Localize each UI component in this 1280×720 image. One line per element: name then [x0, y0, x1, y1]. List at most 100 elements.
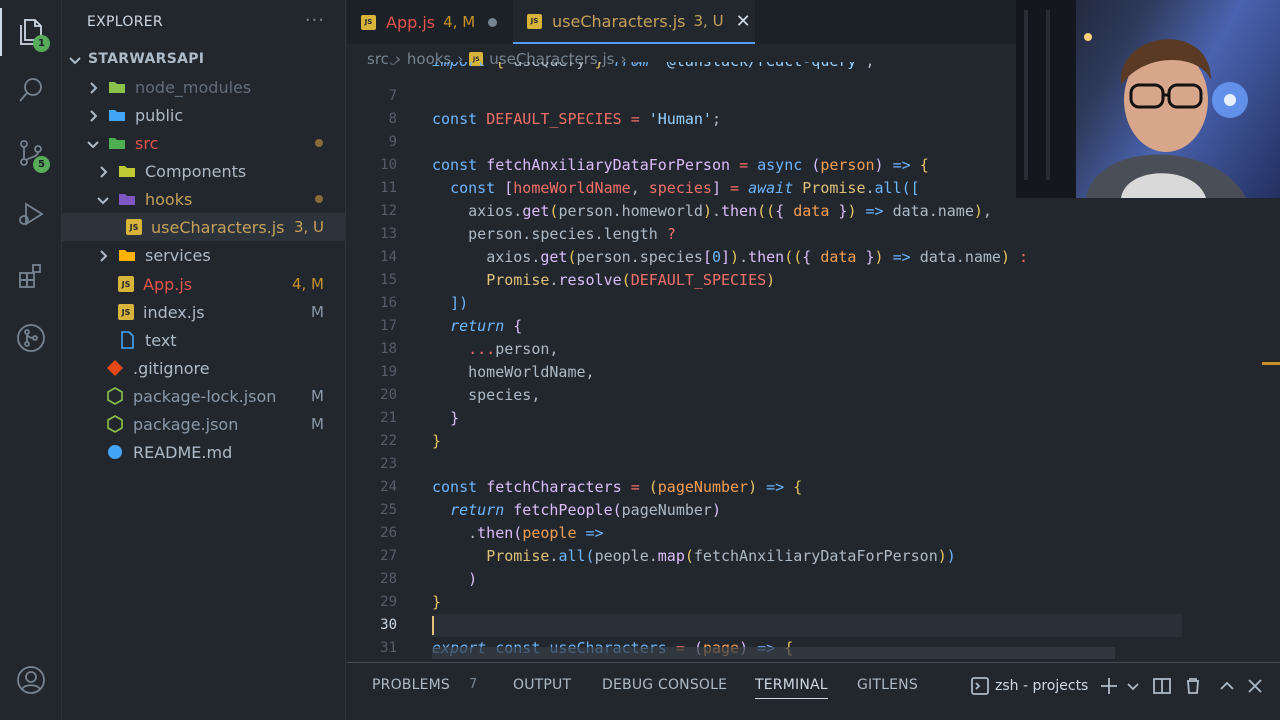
info-file-icon [106, 443, 124, 461]
tree-item-usecharacters[interactable]: JS useCharacters.js 3, U [62, 213, 346, 241]
tab-problems[interactable]: PROBLEMS [372, 677, 450, 693]
line-number: 14 [380, 249, 397, 265]
run-debug-activity[interactable] [0, 186, 62, 242]
tree-item-package-json[interactable]: package.json M [62, 410, 346, 438]
line-number: 28 [380, 571, 397, 587]
line-number: 13 [380, 226, 397, 242]
tree-item-gitignore[interactable]: .gitignore [62, 354, 346, 382]
line-number: 23 [380, 456, 397, 472]
code-line: 26 .then(people => [347, 522, 1280, 545]
tree-item-text[interactable]: text [62, 326, 346, 354]
terminal-icon[interactable] [970, 676, 990, 700]
line-number: 30 [380, 617, 397, 633]
tab-terminal[interactable]: TERMINAL [755, 677, 828, 699]
explorer-sidebar: EXPLORER ··· STARWARSAPI node_modules pu… [62, 0, 346, 720]
code-line: 25 return fetchPeople(pageNumber) [347, 499, 1280, 522]
line-number: 27 [380, 548, 397, 564]
tab-gitlens[interactable]: GITLENS [857, 677, 918, 693]
tree-item-package-lock[interactable]: package-lock.json M [62, 382, 346, 410]
chevron-right-icon [96, 164, 110, 178]
tree-item-components[interactable]: Components [62, 157, 346, 185]
line-number: 17 [380, 318, 397, 334]
explorer-title: EXPLORER [87, 14, 163, 30]
line-number: 21 [380, 410, 397, 426]
activity-bar: 1 5 [0, 0, 62, 720]
line-number: 24 [380, 479, 397, 495]
source-control-activity[interactable]: 5 [0, 125, 62, 181]
code-line: 27 Promise.all(people.map(fetchAnxiliary… [347, 545, 1280, 568]
explorer-activity[interactable]: 1 [0, 4, 62, 60]
chevron-down-icon [86, 136, 100, 150]
tree-item-hooks[interactable]: hooks [62, 185, 346, 213]
chevron-right-icon [86, 80, 100, 94]
line-number: 19 [380, 364, 397, 380]
tree-item-src[interactable]: src [62, 129, 346, 157]
add-terminal-icon[interactable] [1099, 676, 1119, 700]
gitlens-icon [17, 324, 45, 352]
file-status: 4, M [291, 275, 324, 293]
more-actions-icon[interactable]: ··· [305, 10, 325, 31]
tree-item-label: services [145, 245, 211, 265]
tree-item-label: public [135, 105, 184, 125]
tab-app-js[interactable]: JS App.js 4, M [361, 0, 511, 44]
code-line-current: 30 [347, 614, 1280, 637]
modified-dot [315, 195, 323, 203]
close-icon[interactable]: ✕ [736, 11, 751, 32]
tree-item-services[interactable]: services [62, 241, 346, 269]
tree-item-label: README.md [133, 442, 233, 462]
account-icon [17, 666, 45, 694]
tab-status: 3, U [693, 12, 724, 30]
nodejs-file-icon [106, 415, 124, 433]
tree-item-public[interactable]: public [62, 101, 346, 129]
code-line: 19 homeWorldName, [347, 361, 1280, 384]
maximize-panel-icon[interactable] [1217, 676, 1237, 700]
tree-item-label: text [145, 330, 177, 350]
horizontal-scrollbar[interactable] [432, 647, 1115, 659]
line-number: 9 [388, 134, 397, 150]
file-status: M [311, 387, 324, 405]
file-status: M [311, 415, 324, 433]
presenter-image [1016, 0, 1248, 198]
tree-item-node-modules[interactable]: node_modules [62, 73, 346, 101]
line-number: 11 [380, 180, 397, 196]
modified-dot [315, 139, 323, 147]
line-number: 29 [380, 594, 397, 610]
git-file-icon [106, 359, 124, 377]
code-line: 17 return { [347, 315, 1280, 338]
code-line: 28 ) [347, 568, 1280, 591]
folder-services-icon [118, 246, 136, 264]
tree-item-label: .gitignore [133, 358, 210, 378]
javascript-file-icon: JS [361, 14, 376, 30]
line-number: 25 [380, 502, 397, 518]
terminal-name[interactable]: zsh - projects [995, 678, 1088, 694]
code-line: 12 axios.get(person.homeworld).then(({ d… [347, 200, 1280, 223]
code-line: 14 axios.get(person.species[0]).then(({ … [347, 246, 1280, 269]
tree-item-readme[interactable]: README.md [62, 438, 346, 466]
close-panel-icon[interactable] [1245, 676, 1265, 700]
project-root[interactable]: STARWARSAPI [62, 45, 346, 73]
tab-debug-console[interactable]: DEBUG CONSOLE [602, 677, 727, 693]
trash-icon[interactable] [1183, 676, 1203, 700]
webcam-video [1016, 0, 1280, 198]
line-number: 20 [380, 387, 397, 403]
chevron-down-icon [96, 192, 110, 206]
gitlens-activity[interactable] [0, 310, 62, 366]
accounts-activity[interactable] [0, 652, 62, 708]
project-name: STARWARSAPI [88, 51, 205, 67]
search-activity[interactable] [0, 62, 62, 118]
file-status: 3, U [293, 218, 324, 236]
unsaved-dot-icon[interactable] [488, 17, 498, 27]
tab-usecharacters[interactable]: JS useCharacters.js 3, U ✕ [513, 0, 755, 44]
line-number: 7 [388, 88, 397, 104]
javascript-file-icon: JS [118, 276, 134, 292]
tab-output[interactable]: OUTPUT [513, 677, 571, 693]
line-number: 16 [380, 295, 397, 311]
chevron-right-icon [96, 248, 110, 262]
extensions-activity[interactable] [0, 248, 62, 304]
tree-item-app-js[interactable]: JS App.js 4, M [62, 270, 346, 298]
line-number: 6 [347, 62, 397, 73]
tree-item-index-js[interactable]: JS index.js M [62, 298, 346, 326]
chevron-down-icon[interactable] [1123, 676, 1143, 700]
code-line: 18 ...person, [347, 338, 1280, 361]
split-terminal-icon[interactable] [1152, 676, 1172, 700]
